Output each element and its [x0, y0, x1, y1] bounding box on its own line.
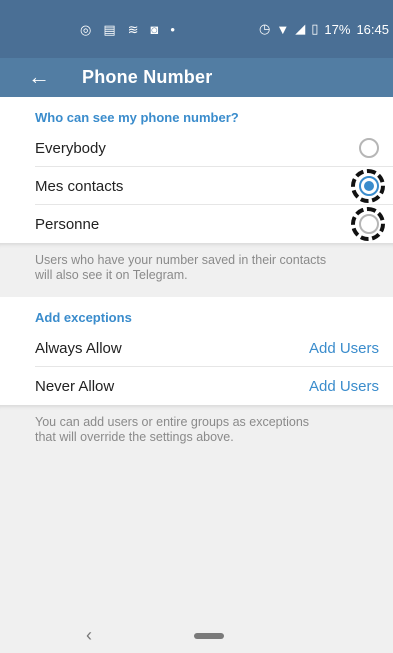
visibility-section: Who can see my phone number? Everybody M… — [0, 97, 393, 243]
whatsapp-icon: ◎ — [80, 22, 92, 37]
app-bar: ← Phone Number — [0, 57, 393, 97]
option-everybody[interactable]: Everybody — [0, 129, 393, 167]
option-nobody[interactable]: Personne — [0, 205, 393, 243]
dashed-circle-annotation — [351, 169, 385, 203]
dot-icon: • — [170, 22, 175, 37]
home-pill-icon[interactable] — [194, 633, 224, 639]
nav-back-icon[interactable]: ‹ — [86, 625, 92, 646]
back-arrow-icon[interactable]: ← — [26, 64, 52, 90]
wifi-icon: ▼ — [276, 21, 290, 37]
visibility-header: Who can see my phone number? — [35, 110, 239, 125]
never-allow-row[interactable]: Never Allow Add Users — [0, 367, 393, 405]
status-bar: ◎ ▤ ≋ ◙ • ◷ ▼ ◢ ▯ 17% 16:45 — [0, 0, 393, 58]
battery-icon: ▯ — [311, 21, 319, 36]
page-title: Phone Number — [82, 66, 213, 87]
option-my-contacts[interactable]: Mes contacts — [0, 167, 393, 205]
exceptions-header: Add exceptions — [35, 310, 132, 325]
message-icon: ▤ — [103, 22, 116, 37]
row-label: Always Allow — [35, 339, 122, 357]
exceptions-section: Add exceptions Always Allow Add Users Ne… — [0, 297, 393, 405]
system-icons: ◷ ▼ ◢ ▯ 17% 16:45 — [259, 21, 389, 37]
system-nav-bar: ‹ — [0, 619, 393, 653]
instagram-icon: ◙ — [150, 22, 159, 37]
option-label: Everybody — [35, 139, 106, 157]
radio-button[interactable] — [359, 138, 379, 158]
always-allow-row[interactable]: Always Allow Add Users — [0, 329, 393, 367]
option-label: Personne — [35, 215, 100, 233]
notification-icons: ◎ ▤ ≋ ◙ • — [80, 22, 175, 38]
visibility-info: Users who have your number saved in thei… — [0, 243, 393, 297]
add-users-link[interactable]: Add Users — [309, 340, 379, 357]
exceptions-info: You can add users or entire groups as ex… — [0, 405, 393, 459]
battery-level: 17% — [324, 21, 351, 37]
option-label: Mes contacts — [35, 177, 124, 195]
dashed-circle-annotation — [351, 207, 385, 241]
row-label: Never Allow — [35, 377, 115, 395]
clock: 16:45 — [356, 21, 389, 37]
alarm-icon: ◷ — [259, 21, 271, 36]
signal-icon: ◢ — [295, 21, 306, 36]
add-users-link[interactable]: Add Users — [309, 378, 379, 395]
phone-number-settings-screen: ◎ ▤ ≋ ◙ • ◷ ▼ ◢ ▯ 17% 16:45 ← Phone Numb… — [0, 0, 393, 653]
sync-icon: ≋ — [127, 22, 139, 37]
